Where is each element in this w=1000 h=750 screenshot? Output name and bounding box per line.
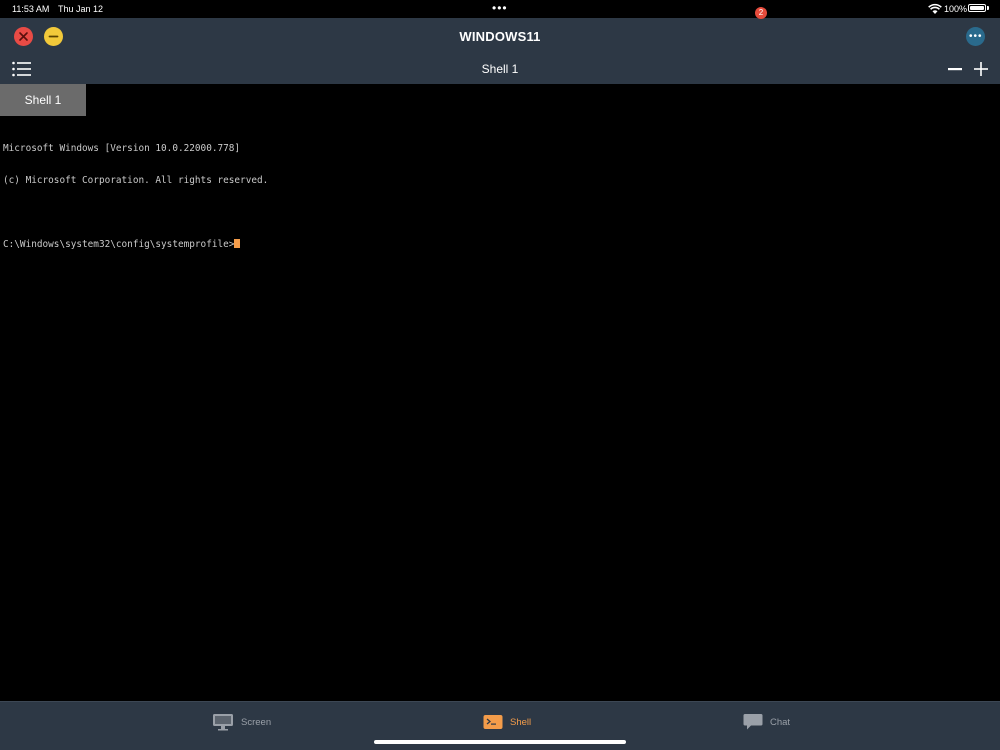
chat-unread-badge: 2 (755, 7, 767, 19)
terminal-icon (483, 715, 503, 729)
home-indicator[interactable] (374, 740, 626, 744)
terminal-prompt: C:\Windows\system32\config\systemprofile… (3, 238, 235, 250)
title-bar: WINDOWS11 ••• (0, 18, 1000, 54)
toolbar-title: Shell 1 (481, 62, 519, 76)
nav-item-shell[interactable]: Shell (483, 712, 531, 732)
shell-toolbar: Shell 1 (0, 54, 1000, 84)
terminal-line: (c) Microsoft Corporation. All rights re… (3, 174, 269, 186)
status-date: Thu Jan 12 (58, 4, 104, 14)
nav-label-shell: Shell (510, 716, 532, 728)
terminal-prompt-line: C:\Windows\system32\config\systemprofile… (3, 238, 268, 250)
zoom-out-minus-icon[interactable] (947, 62, 963, 76)
battery-percentage: 100% (944, 4, 968, 14)
more-dots-icon: ••• (969, 31, 983, 42)
terminal-line: Microsoft Windows [Version 10.0.22000.77… (3, 143, 241, 154)
terminal-cursor (234, 238, 241, 248)
nav-label-screen: Screen (241, 716, 272, 728)
add-shell-plus-icon[interactable] (973, 61, 989, 77)
tab-shell-1[interactable]: Shell 1 (0, 84, 86, 116)
chat-bubble-icon (743, 714, 763, 730)
status-time: 11:53 AM (12, 4, 50, 14)
terminal-output[interactable]: Microsoft Windows [Version 10.0.22000.77… (3, 123, 268, 260)
battery-icon (968, 4, 986, 12)
status-bar: 11:53 AM Thu Jan 12 ••• 100% (0, 0, 1000, 18)
monitor-icon (213, 714, 233, 731)
multitasking-dots-icon[interactable]: ••• (492, 2, 508, 14)
window-title: WINDOWS11 (459, 29, 541, 44)
nav-label-chat: Chat (770, 716, 791, 728)
nav-item-chat[interactable]: Chat (743, 712, 790, 732)
more-options-button[interactable]: ••• (966, 27, 985, 46)
nav-item-screen[interactable]: Screen (212, 712, 271, 732)
wifi-icon (928, 3, 942, 14)
